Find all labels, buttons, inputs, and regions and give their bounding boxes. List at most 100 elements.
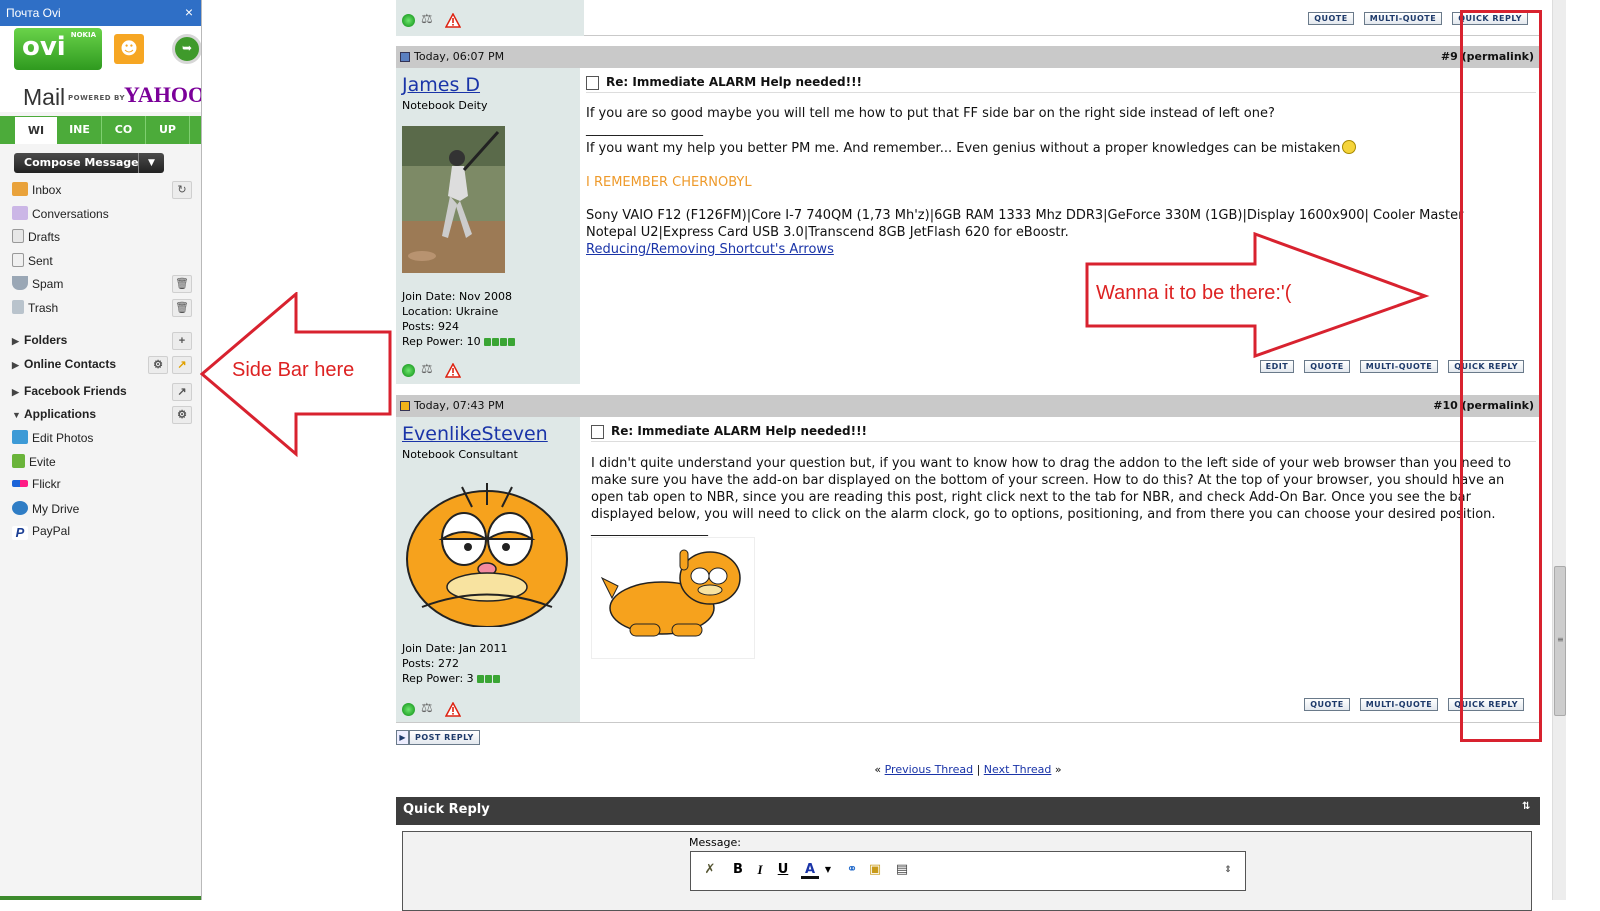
- post-icon: [591, 425, 604, 439]
- empty-spam-icon[interactable]: 🗑: [172, 275, 192, 293]
- post-number-link[interactable]: #9: [1441, 50, 1458, 63]
- section-label: Online Contacts: [24, 357, 117, 371]
- page-scrollbar[interactable]: ≡: [1552, 0, 1566, 900]
- reputation-icon[interactable]: ⚖: [421, 362, 439, 378]
- ovi-logo-text: ovi: [22, 32, 66, 62]
- clock-icon[interactable]: ➥: [172, 34, 201, 64]
- chevron-down-icon[interactable]: ▼: [138, 153, 164, 173]
- report-post-icon[interactable]: [445, 12, 461, 28]
- font-color-icon[interactable]: A: [801, 861, 819, 879]
- status-icons: ⚖: [402, 362, 461, 378]
- remove-format-icon[interactable]: ✗: [701, 861, 719, 879]
- sidebar-app-paypal[interactable]: P PayPal: [12, 524, 192, 544]
- post-number-link[interactable]: #10: [1433, 399, 1458, 412]
- sidebar-item-inbox[interactable]: Inbox ↻: [12, 181, 192, 202]
- multi-quote-button[interactable]: MULTI-QUOTE: [1359, 698, 1439, 711]
- brand-bar: ovi NOKIA ☻ ➥: [0, 26, 201, 80]
- gear-icon[interactable]: ⚙: [172, 406, 192, 424]
- signature-rule: __________________: [591, 522, 708, 537]
- ovi-logo[interactable]: ovi NOKIA: [14, 28, 102, 70]
- activity-icon[interactable]: ↗: [172, 356, 192, 374]
- reputation-icon[interactable]: ⚖: [421, 701, 439, 717]
- signature-link[interactable]: Reducing/Removing Shortcut's Arrows: [586, 242, 834, 257]
- sidebar-item-sent[interactable]: Sent: [12, 253, 192, 273]
- post-10-userpanel: EvenlikeSteven Notebook Consultant Join …: [396, 417, 580, 722]
- sidebar-item-drafts[interactable]: Drafts: [12, 229, 192, 249]
- avatar[interactable]: [402, 126, 505, 273]
- previous-thread-link[interactable]: Previous Thread: [885, 763, 973, 776]
- trash-icon: [12, 300, 24, 314]
- sidebar-item-label: Sent: [28, 254, 53, 268]
- quote-button[interactable]: QUOTE: [1308, 12, 1354, 25]
- post-text-line-4: displayed below, you will need to click …: [591, 507, 1496, 522]
- tab-4[interactable]: UP: [146, 116, 190, 144]
- sidebar-section-folders[interactable]: ▶ Folders +: [12, 332, 192, 353]
- multi-quote-button[interactable]: MULTI-QUOTE: [1363, 12, 1443, 25]
- post-count: Posts: 272: [402, 657, 459, 670]
- post-title: Re: Immediate ALARM Help needed!!!: [606, 75, 863, 89]
- contacts-icon[interactable]: ☻: [114, 34, 144, 64]
- username-link[interactable]: James D: [402, 74, 480, 96]
- post-text: If you are so good maybe you will tell m…: [586, 106, 1275, 121]
- sidebar-item-label: Drafts: [28, 230, 61, 244]
- gear-icon[interactable]: ⚙: [148, 356, 168, 374]
- app-label: Flickr: [32, 477, 61, 491]
- reputation-icon[interactable]: ⚖: [421, 12, 439, 28]
- sidebar-item-spam[interactable]: Spam 🗑: [12, 275, 192, 296]
- next-thread-link[interactable]: Next Thread: [984, 763, 1052, 776]
- report-post-icon[interactable]: [445, 701, 461, 717]
- nav-separator: |: [976, 763, 981, 776]
- sidebar-app-my-drive[interactable]: My Drive: [12, 501, 192, 521]
- tab-2[interactable]: INE: [58, 116, 102, 144]
- post-icon: [586, 76, 599, 90]
- sidebar-section-facebook-friends[interactable]: ▶ Facebook Friends ↗: [12, 383, 192, 404]
- previous-status-icons: ⚖: [402, 12, 461, 28]
- tab-1[interactable]: WI: [14, 116, 58, 144]
- post-count: Posts: 924: [402, 320, 459, 333]
- post-reply-button[interactable]: ▶ POST REPLY: [396, 730, 480, 745]
- report-post-icon[interactable]: [445, 362, 461, 378]
- sidebar-item-trash[interactable]: Trash 🗑: [12, 299, 192, 320]
- empty-trash-icon[interactable]: 🗑: [172, 299, 192, 317]
- sidebar-section-applications[interactable]: ▼ Applications ⚙: [12, 406, 192, 427]
- join-date: Join Date: Jan 2011: [402, 642, 508, 655]
- italic-icon[interactable]: I: [751, 861, 769, 879]
- right-annotation-label: Wanna it to be there:'(: [1096, 282, 1292, 304]
- conversations-icon: [12, 206, 28, 220]
- sidebar-app-evite[interactable]: Evite: [12, 454, 192, 474]
- spam-icon: [12, 276, 28, 290]
- quote-button[interactable]: QUOTE: [1304, 698, 1350, 711]
- post-text-line-1: I didn't quite understand your question …: [591, 456, 1512, 471]
- sidebar-section-online-contacts[interactable]: ▶ Online Contacts ⚙ ↗: [12, 356, 192, 377]
- sidebar-titlebar: Почта Ovi ×: [0, 0, 201, 26]
- image-icon[interactable]: ▣: [866, 861, 884, 879]
- smiley-icon: [1341, 140, 1356, 154]
- underline-icon[interactable]: U: [774, 861, 792, 879]
- bold-icon[interactable]: B: [729, 861, 747, 879]
- avatar[interactable]: [402, 477, 572, 627]
- sidebar-item-conversations[interactable]: Conversations: [12, 206, 192, 226]
- sent-icon: [12, 253, 24, 267]
- close-icon[interactable]: ×: [185, 4, 193, 20]
- username-link[interactable]: EvenlikeSteven: [402, 423, 548, 445]
- scrollbar-thumb[interactable]: ≡: [1554, 566, 1566, 716]
- sidebar-app-flickr[interactable]: Flickr: [12, 477, 192, 497]
- post-title: Re: Immediate ALARM Help needed!!!: [611, 424, 868, 438]
- join-date: Join Date: Nov 2008: [402, 290, 512, 303]
- resize-icon[interactable]: ⇕: [1219, 861, 1237, 879]
- rep-power: Rep Power: 3: [402, 672, 474, 685]
- location: Location: Ukraine: [402, 305, 499, 318]
- tab-3[interactable]: CO: [102, 116, 146, 144]
- app-label: PayPal: [32, 524, 71, 538]
- add-folder-icon[interactable]: +: [172, 332, 192, 350]
- refresh-icon[interactable]: ↻: [172, 181, 192, 199]
- post-date: Today, 07:43 PM: [414, 399, 505, 412]
- link-icon[interactable]: ⚭: [843, 861, 861, 879]
- sidebar-app-edit-photos[interactable]: Edit Photos: [12, 430, 192, 450]
- collapse-icon[interactable]: ⇅: [1522, 801, 1532, 815]
- caret-right-icon: ▶: [12, 360, 19, 370]
- post-text-line-3: open tab open to NBR, since you are read…: [591, 490, 1471, 505]
- quote-icon[interactable]: ▤: [893, 861, 911, 879]
- chevron-down-icon[interactable]: ▼: [819, 861, 837, 879]
- activity-icon[interactable]: ↗: [172, 383, 192, 401]
